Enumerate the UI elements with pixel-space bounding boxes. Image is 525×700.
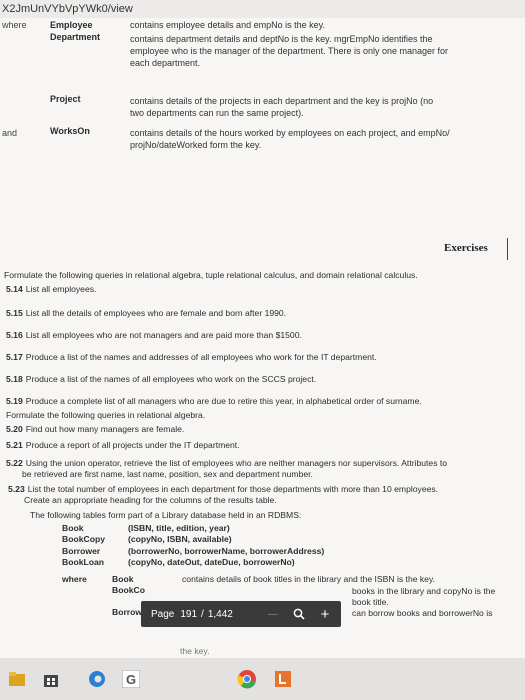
file-explorer-icon[interactable] [6, 668, 28, 690]
google-g-icon: G [122, 670, 140, 688]
exercises-heading: Exercises [444, 242, 488, 254]
magnifier-icon [293, 608, 305, 620]
question-text: Produce a list of the names and addresse… [25, 352, 377, 362]
question-number: 5.14 [6, 284, 23, 294]
where-text: contains details of book titles in the l… [182, 574, 436, 584]
def-text: two departments can run the same project… [130, 108, 304, 118]
def-text: employee who is the manager of the depar… [130, 46, 449, 56]
chrome-icon[interactable] [236, 668, 258, 690]
question-text: Produce a list of the names of all emplo… [25, 374, 317, 384]
svg-text:G: G [126, 672, 136, 687]
question-number: 5.19 [6, 396, 23, 406]
heading-rule [507, 238, 508, 260]
question-continuation: Create an appropriate heading for the co… [24, 495, 277, 505]
question-5-20: 5.20 Find out how many managers are femal… [6, 424, 184, 434]
question-5-14: 5.14 List all employees. [6, 284, 96, 294]
question-text: List the total number of employees in ea… [27, 484, 439, 494]
table-schema: (borrowerNo, borrowerName, borrowerAddre… [128, 546, 325, 556]
where-text: book title. [352, 597, 389, 607]
google-icon[interactable]: G [120, 668, 142, 690]
app-icon[interactable] [272, 668, 294, 690]
zoom-button[interactable] [287, 601, 311, 627]
question-5-23: 5.23 List the total number of employees i… [8, 484, 438, 494]
zoom-out-button[interactable]: — [261, 601, 285, 627]
cut-off-text: and [2, 128, 18, 138]
def-name-project: Project [50, 94, 81, 104]
current-page-field[interactable]: 191 [180, 609, 197, 620]
table-schema: (ISBN, title, edition, year) [128, 523, 230, 533]
pdf-page: where and Employee contains employee det… [0, 18, 525, 658]
zoom-in-button[interactable]: + [313, 601, 337, 627]
where-text: the key. [180, 646, 210, 656]
exercises-intro: Formulate the following queries in relat… [4, 270, 418, 280]
question-number: 5.21 [6, 440, 23, 450]
edge-icon[interactable] [86, 668, 108, 690]
library-intro: The following tables form part of a Libr… [30, 510, 302, 520]
page-separator: / [201, 608, 204, 620]
question-text: Using the union operator, retrieve the l… [25, 458, 448, 468]
question-text: Find out how many managers are female. [25, 424, 185, 434]
page-label: Page [151, 608, 175, 620]
orange-app-icon [275, 671, 291, 687]
chrome-logo-icon [237, 670, 256, 689]
def-text: projNo/dateWorked form the key. [130, 140, 262, 150]
where-text: books in the library and copyNo is the [352, 586, 496, 596]
where-name-bookcopy: BookCo [112, 585, 145, 595]
question-continuation: be retrieved are first name, last name, … [22, 469, 313, 479]
def-name-department: Department [50, 32, 101, 42]
def-name-workson: WorksOn [50, 126, 90, 136]
where-name-book: Book [112, 574, 134, 584]
def-name-employee: Employee [50, 20, 93, 30]
store-bag-icon [44, 675, 58, 687]
where-text: can borrow books and borrowerNo is [352, 608, 493, 618]
question-number: 5.17 [6, 352, 23, 362]
question-number: 5.18 [6, 374, 23, 384]
table-schema: (copyNo, dateOut, dateDue, borrowerNo) [128, 557, 295, 567]
question-number: 5.23 [8, 484, 25, 494]
table-name-borrower: Borrower [62, 546, 101, 556]
question-text: List all employees who are not managers … [25, 330, 302, 340]
table-name-book: Book [62, 523, 84, 533]
folder-icon [9, 672, 25, 686]
question-text: Produce a report of all projects under t… [25, 440, 240, 450]
question-5-21: 5.21 Produce a report of all projects und… [6, 440, 240, 450]
question-text: List all employees. [25, 284, 97, 294]
url-bar[interactable]: X2JmUnVYbVpYWk0/view [0, 0, 525, 18]
where-label: where [62, 574, 87, 584]
table-name-bookcopy: BookCopy [62, 534, 105, 544]
question-5-16: 5.16 List all employees who are not manag… [6, 330, 302, 340]
table-schema: (copyNo, ISBN, available) [128, 534, 232, 544]
def-text: each department. [130, 58, 201, 68]
question-text: Produce a complete list of all managers … [25, 396, 422, 406]
exercises-intro-2: Formulate the following queries in relat… [6, 410, 206, 420]
def-text: contains employee details and empNo is t… [130, 20, 325, 30]
cut-off-text: where [2, 20, 27, 30]
question-number: 5.20 [6, 424, 23, 434]
question-number: 5.16 [6, 330, 23, 340]
question-5-15: 5.15 List all the details of employees wh… [6, 308, 286, 318]
def-text: contains details of the hours worked by … [130, 128, 450, 138]
total-pages: 1,442 [207, 608, 233, 620]
question-number: 5.22 [6, 458, 23, 468]
question-number: 5.15 [6, 308, 23, 318]
taskbar: G [0, 658, 525, 700]
pdf-page-toolbar: Page 191 / 1,442 — + [141, 601, 341, 627]
question-5-22: 5.22 Using the union operator, retrieve t… [6, 458, 447, 468]
def-text: contains details of the projects in each… [130, 96, 434, 106]
question-5-19: 5.19 Produce a complete list of all manag… [6, 396, 422, 406]
def-text: contains department details and deptNo i… [130, 34, 433, 44]
store-icon[interactable] [40, 668, 62, 690]
question-text: List all the details of employees who ar… [25, 308, 287, 318]
table-name-bookloan: BookLoan [62, 557, 105, 567]
question-5-17: 5.17 Produce a list of the names and addr… [6, 352, 377, 362]
where-name-borrower: Borrow [112, 607, 143, 617]
question-5-18: 5.18 Produce a list of the names of all e… [6, 374, 316, 384]
edge-logo-icon [89, 671, 105, 687]
